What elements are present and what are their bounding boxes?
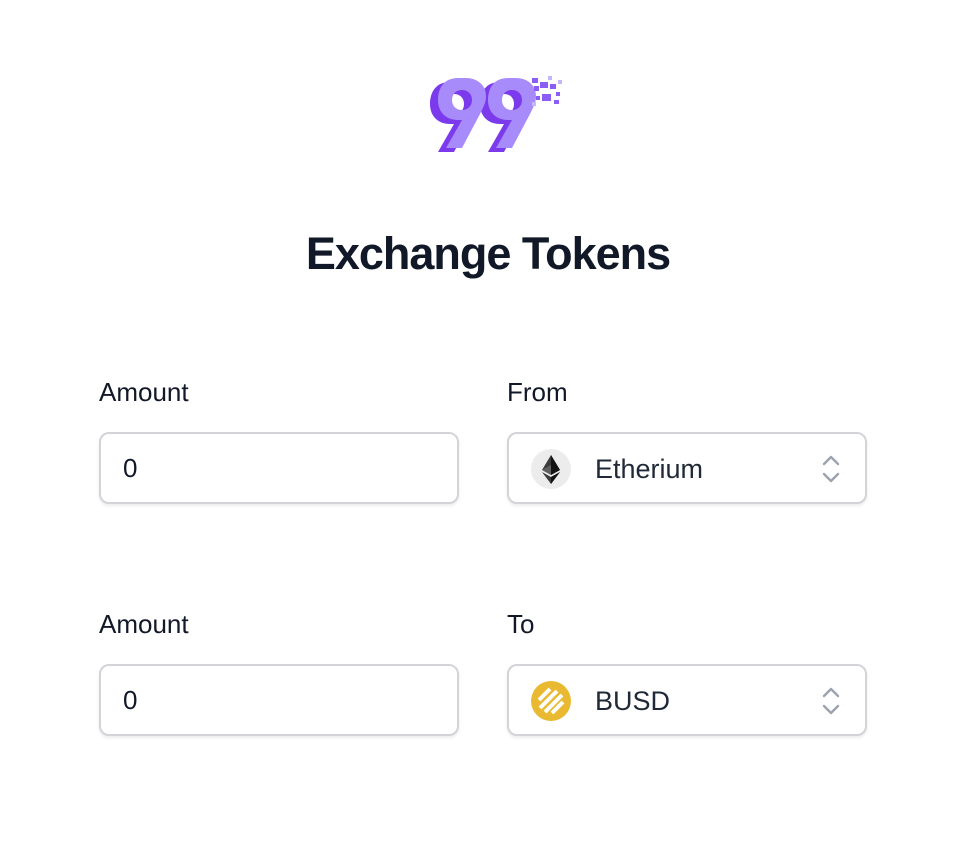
- page-title: Exchange Tokens: [305, 228, 671, 279]
- chevron-up-down-icon: [821, 453, 841, 485]
- brand-logo: [428, 74, 564, 158]
- to-token-select[interactable]: BUSD: [507, 664, 867, 736]
- ethereum-icon: [531, 449, 571, 489]
- from-token-label: From: [507, 377, 568, 407]
- busd-icon: [531, 681, 571, 721]
- from-amount-input[interactable]: [101, 434, 457, 502]
- to-token-label: To: [507, 609, 535, 639]
- from-token-name: Etherium: [595, 454, 704, 484]
- chevron-up-down-icon: [821, 685, 841, 717]
- to-token-name: BUSD: [595, 686, 671, 716]
- to-amount-label: Amount: [99, 609, 189, 639]
- to-amount-field[interactable]: [99, 664, 459, 736]
- from-amount-label: Amount: [99, 377, 189, 407]
- from-token-select[interactable]: Etherium: [507, 432, 867, 504]
- from-amount-field[interactable]: [99, 432, 459, 504]
- to-amount-input[interactable]: [101, 666, 457, 734]
